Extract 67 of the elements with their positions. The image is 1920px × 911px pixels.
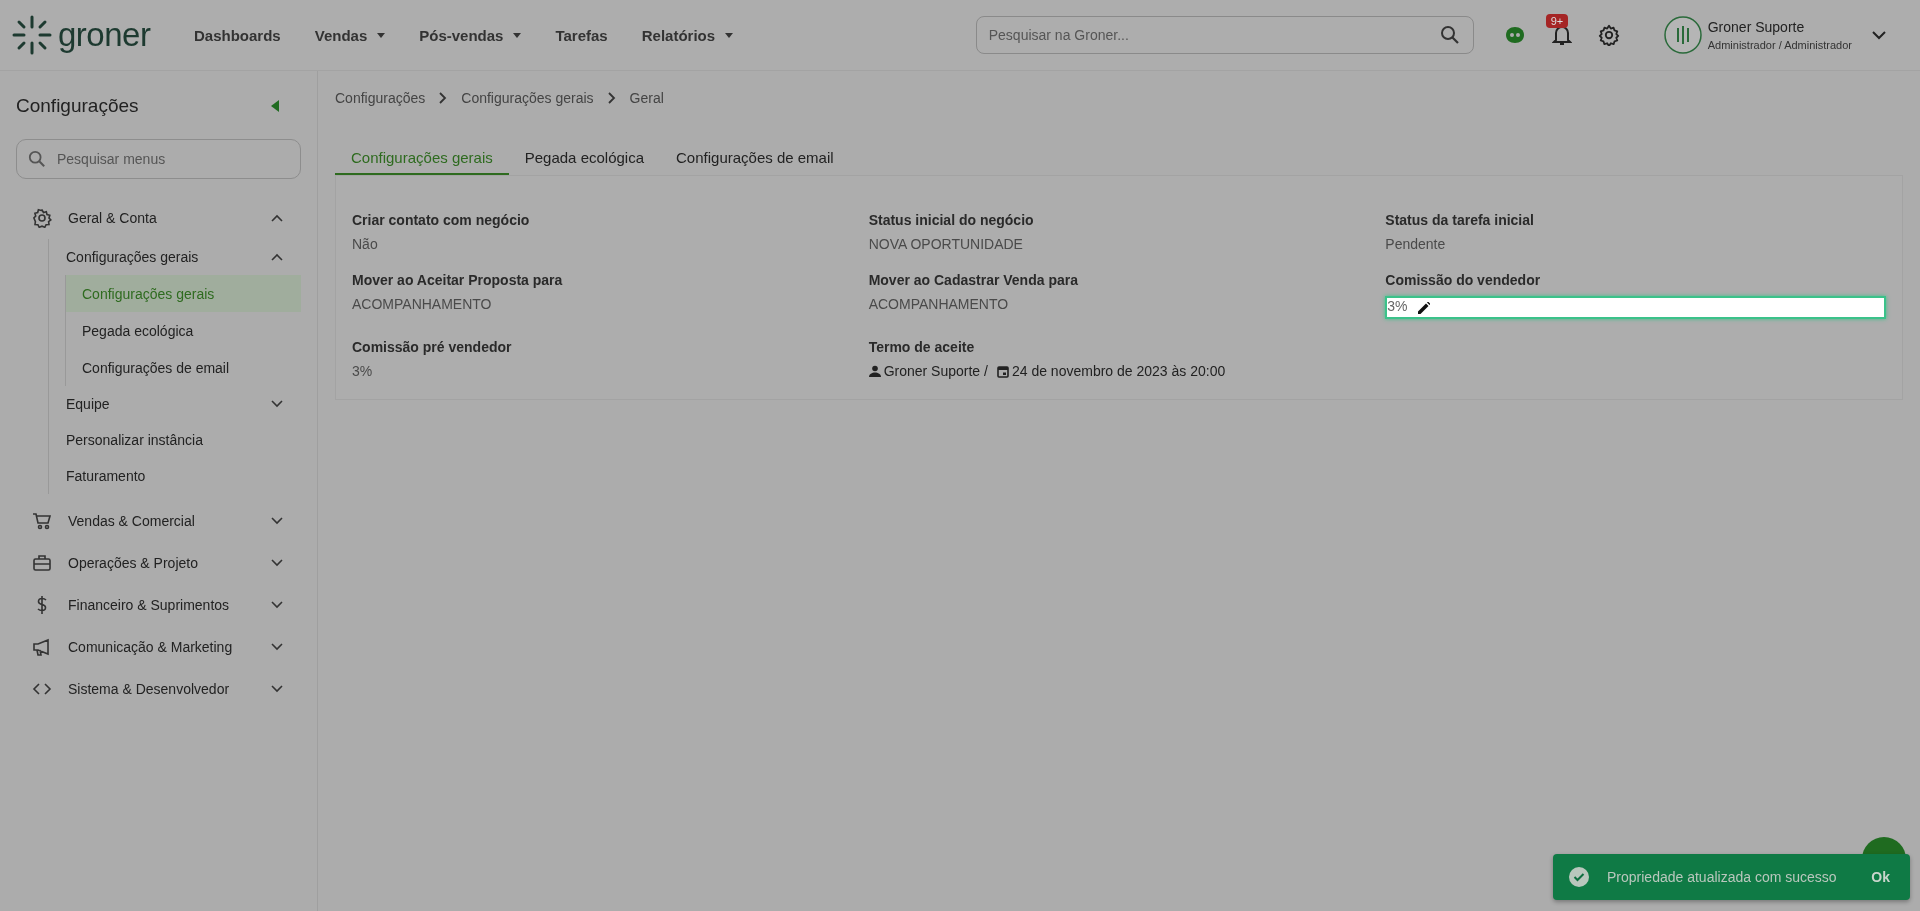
signature-user: Groner Suporte / xyxy=(883,363,988,379)
search-icon xyxy=(28,150,46,168)
menu-group[interactable]: Comunicação & Marketing xyxy=(16,626,301,668)
sidebar-title: Configurações xyxy=(16,95,139,117)
nav-menu-item[interactable]: Tarefas xyxy=(555,26,608,44)
field-label: Status da tarefa inicial xyxy=(1385,212,1534,228)
breadcrumb-link[interactable]: Geral xyxy=(629,90,664,106)
tab[interactable]: Pegada ecológica xyxy=(508,141,660,175)
menu-group[interactable]: Sistema & Desenvolvedor xyxy=(16,668,301,710)
notification-badge: 9+ xyxy=(1545,14,1569,28)
menu-group[interactable]: Vendas & Comercial xyxy=(16,500,301,542)
submenu-item[interactable]: Configurações gerais xyxy=(49,239,301,275)
toast-message: Propriedade atualizada com sucesso xyxy=(1607,869,1838,885)
ok-button[interactable]: Ok xyxy=(1867,865,1894,889)
menu-group[interactable]: Geral & Conta xyxy=(16,197,301,239)
field-value: ACOMPANHAMENTO xyxy=(352,296,492,312)
settings-icon[interactable] xyxy=(1597,24,1620,46)
chevron-right-icon xyxy=(439,92,448,104)
calendar-icon xyxy=(996,364,1009,378)
collapse-icon[interactable] xyxy=(271,100,279,112)
menu-search-field[interactable]: Pesquisar menus xyxy=(16,139,301,179)
breadcrumb-link[interactable]: Configurações xyxy=(335,90,426,106)
search-field[interactable]: Pesquisar na Groner... xyxy=(975,16,1474,54)
field-label: Comissão pré vendedor xyxy=(352,339,512,355)
field-label: Status inicial do negócio xyxy=(868,212,1034,228)
submenu-item[interactable]: Personalizar instância xyxy=(49,422,301,458)
field-label: Mover ao Cadastrar Venda para xyxy=(868,272,1078,288)
field-label: Termo de aceite xyxy=(868,339,975,355)
caret-icon xyxy=(377,32,386,38)
field-label: Comissão do vendedor xyxy=(1385,272,1541,288)
logo-text[interactable]: groner xyxy=(58,16,151,54)
field-value: Pendente xyxy=(1385,236,1446,252)
field-value: NOVA OPORTUNIDADE xyxy=(868,236,1023,252)
breadcrumb-link[interactable]: Configurações gerais xyxy=(461,90,594,106)
field-value: Não xyxy=(352,236,378,252)
submenu-item[interactable]: Equipe xyxy=(49,386,301,422)
menu-group[interactable]: Operações & Projeto xyxy=(16,542,301,584)
cart-icon xyxy=(32,511,52,531)
menu-link[interactable]: Configurações de email xyxy=(66,349,301,386)
menu-group[interactable]: Financeiro & Suprimentos xyxy=(16,584,301,626)
search-icon xyxy=(1439,25,1460,45)
field-value: 3% xyxy=(352,363,373,379)
person-icon xyxy=(868,365,881,377)
signature-date: 24 de novembro de 2023 às 20:00 xyxy=(1011,363,1226,379)
field-label: Criar contato com negócio xyxy=(352,212,530,228)
field-label: Mover ao Aceitar Proposta para xyxy=(352,272,563,288)
edit-field[interactable]: 3% xyxy=(1385,296,1886,319)
menu-link[interactable]: Pegada ecológica xyxy=(66,312,301,349)
check-circle-icon xyxy=(1569,867,1589,887)
user-menu[interactable]: Groner Suporte Administrador / Administrador xyxy=(1663,16,1886,54)
nav-menu-item[interactable]: Relatórios xyxy=(641,26,734,44)
chevron-right-icon xyxy=(607,92,616,104)
megaphone-icon xyxy=(32,637,52,657)
caret-icon xyxy=(725,32,734,38)
nav-menu-item[interactable]: Pós-vendas xyxy=(419,26,522,44)
pencil-icon xyxy=(1417,301,1430,314)
nav-menu-item[interactable]: Dashboards xyxy=(194,26,281,44)
caret-icon xyxy=(513,32,522,38)
logo-icon xyxy=(12,15,52,55)
field-value: ACOMPANHAMENTO xyxy=(868,296,1009,312)
nav-menu-item[interactable]: Vendas xyxy=(314,26,386,44)
gear-icon xyxy=(32,208,52,228)
chevron-down-icon xyxy=(1872,30,1886,40)
submenu-item[interactable]: Faturamento xyxy=(49,458,301,494)
avatar-icon xyxy=(1663,16,1702,54)
briefcase-icon xyxy=(32,553,52,573)
tab[interactable]: Configurações de email xyxy=(660,141,850,175)
